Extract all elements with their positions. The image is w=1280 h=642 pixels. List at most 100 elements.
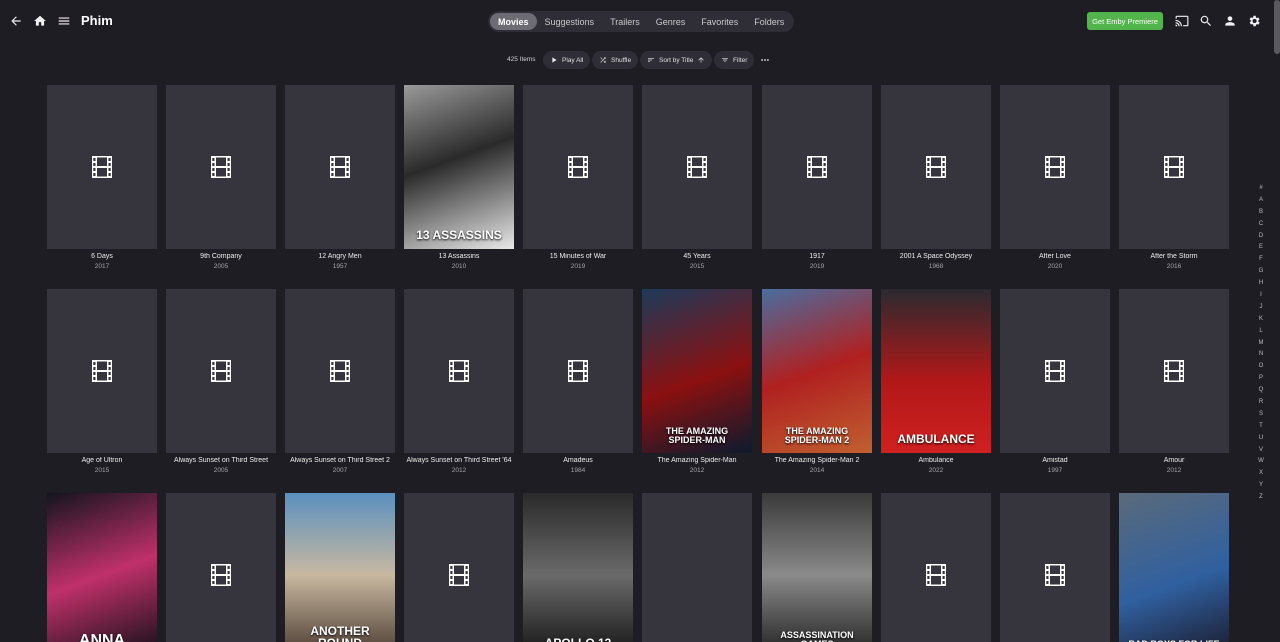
alpha-letter[interactable]: V (1259, 445, 1263, 457)
alpha-letter[interactable]: R (1259, 397, 1263, 409)
alpha-letter[interactable]: Y (1259, 480, 1263, 492)
filter-button[interactable]: Filter (714, 51, 755, 69)
movie-poster[interactable]: THE AMAZING SPIDER-MAN (642, 289, 752, 453)
alpha-letter[interactable]: X (1259, 468, 1263, 480)
movie-title[interactable]: After the Storm (1119, 253, 1229, 260)
movie-card[interactable]: Amistad 1997 (1000, 289, 1110, 474)
alpha-letter[interactable]: U (1259, 433, 1263, 445)
movie-card[interactable]: Amour 2012 (1119, 289, 1229, 474)
alpha-letter[interactable]: J (1260, 302, 1263, 314)
movie-title[interactable]: 15 Minutes of War (523, 253, 633, 260)
movie-title[interactable]: 45 Years (642, 253, 752, 260)
movie-poster[interactable]: ANNA (47, 493, 157, 642)
movie-title[interactable]: 1917 (762, 253, 872, 260)
movie-poster[interactable] (285, 85, 395, 249)
movie-title[interactable]: Always Sunset on Third Street '64 (404, 457, 514, 464)
movie-card[interactable]: 9th Company 2005 (166, 85, 276, 270)
alpha-letter[interactable]: F (1259, 254, 1263, 266)
movie-card[interactable] (1000, 493, 1110, 642)
movie-poster[interactable] (1119, 85, 1229, 249)
search-button[interactable] (1195, 10, 1217, 32)
movie-card[interactable]: Always Sunset on Third Street 2005 (166, 289, 276, 474)
movie-card[interactable]: ASSASSINATION GAMES (762, 493, 872, 642)
alpha-letter[interactable]: L (1259, 326, 1262, 338)
movie-title[interactable]: Age of Ultron (47, 457, 157, 464)
movie-card[interactable] (404, 493, 514, 642)
movie-title[interactable]: Always Sunset on Third Street 2 (285, 457, 395, 464)
movie-poster[interactable] (523, 85, 633, 249)
play-all-button[interactable]: Play All (543, 51, 591, 69)
tab-folders[interactable]: Folders (746, 13, 792, 30)
movie-card[interactable]: THE AMAZING SPIDER-MAN 2 The Amazing Spid… (762, 289, 872, 474)
movie-card[interactable]: ANOTHER ROUND (285, 493, 395, 642)
movie-title[interactable]: Amadeus (523, 457, 633, 464)
movie-card[interactable] (642, 493, 752, 642)
movie-poster[interactable] (47, 289, 157, 453)
sort-button[interactable]: Sort by Title (640, 51, 713, 69)
movie-poster[interactable]: ASSASSINATION GAMES (762, 493, 872, 642)
alpha-letter[interactable]: G (1259, 266, 1264, 278)
movie-card[interactable]: 45 Years 2015 (642, 85, 752, 270)
movie-title[interactable]: 2001 A Space Odyssey (881, 253, 991, 260)
movie-poster[interactable] (285, 289, 395, 453)
movie-title[interactable]: Amistad (1000, 457, 1110, 464)
tab-trailers[interactable]: Trailers (602, 13, 648, 30)
movie-card[interactable]: 15 Minutes of War 2019 (523, 85, 633, 270)
movie-title[interactable]: The Amazing Spider-Man 2 (762, 457, 872, 464)
alpha-letter[interactable]: I (1260, 290, 1262, 302)
movie-poster[interactable] (166, 289, 276, 453)
movie-title[interactable]: 9th Company (166, 253, 276, 260)
movie-card[interactable]: After the Storm 2016 (1119, 85, 1229, 270)
movie-card[interactable]: ANNA (47, 493, 157, 642)
alpha-letter[interactable]: Q (1259, 385, 1264, 397)
movie-card[interactable] (881, 493, 991, 642)
cast-button[interactable] (1171, 10, 1193, 32)
movie-poster[interactable]: APOLLO 13 (523, 493, 633, 642)
movie-poster[interactable] (881, 85, 991, 249)
movie-poster[interactable]: BAD BOYS FOR LIFE (1119, 493, 1229, 642)
movie-poster[interactable]: ANOTHER ROUND (285, 493, 395, 642)
alpha-letter[interactable]: M (1259, 338, 1264, 350)
tab-movies[interactable]: Movies (490, 13, 537, 30)
alpha-letter[interactable]: D (1259, 231, 1263, 243)
movie-card[interactable]: Always Sunset on Third Street '64 2012 (404, 289, 514, 474)
movie-poster[interactable] (1000, 289, 1110, 453)
movie-card[interactable]: After Love 2020 (1000, 85, 1110, 270)
alpha-letter[interactable]: B (1259, 207, 1263, 219)
menu-button[interactable] (53, 10, 75, 32)
movie-title[interactable]: Ambulance (881, 457, 991, 464)
movie-poster[interactable]: THE AMAZING SPIDER-MAN 2 (762, 289, 872, 453)
user-button[interactable] (1219, 10, 1241, 32)
alpha-letter[interactable]: A (1259, 195, 1263, 207)
back-button[interactable] (5, 10, 27, 32)
tab-suggestions[interactable]: Suggestions (537, 13, 603, 30)
movie-card[interactable]: Amadeus 1984 (523, 289, 633, 474)
alpha-letter[interactable]: O (1259, 361, 1264, 373)
movie-title[interactable]: Always Sunset on Third Street (166, 457, 276, 464)
movie-title[interactable]: After Love (1000, 253, 1110, 260)
movie-poster[interactable] (762, 85, 872, 249)
movie-poster[interactable] (642, 493, 752, 642)
movie-poster[interactable] (404, 493, 514, 642)
movie-poster[interactable]: 13 ASSASSINS (404, 85, 514, 249)
movie-poster[interactable] (166, 493, 276, 642)
movie-poster[interactable] (881, 493, 991, 642)
movie-poster[interactable] (404, 289, 514, 453)
tab-favorites[interactable]: Favorites (693, 13, 746, 30)
scrollbar-thumb[interactable] (1274, 0, 1280, 54)
movie-card[interactable]: BAD BOYS FOR LIFE (1119, 493, 1229, 642)
tab-genres[interactable]: Genres (648, 13, 694, 30)
movie-poster[interactable]: AMBULANCE (881, 289, 991, 453)
movie-poster[interactable] (642, 85, 752, 249)
settings-button[interactable] (1243, 10, 1265, 32)
movie-card[interactable]: Age of Ultron 2015 (47, 289, 157, 474)
alpha-letter[interactable]: C (1259, 219, 1263, 231)
alpha-letter[interactable]: W (1258, 456, 1264, 468)
alpha-letter[interactable]: K (1259, 314, 1263, 326)
movie-card[interactable]: 6 Days 2017 (47, 85, 157, 270)
get-premiere-button[interactable]: Get Emby Premiere (1087, 12, 1163, 30)
home-button[interactable] (29, 10, 51, 32)
movie-poster[interactable] (1000, 85, 1110, 249)
movie-title[interactable]: 12 Angry Men (285, 253, 395, 260)
movie-card[interactable]: 12 Angry Men 1957 (285, 85, 395, 270)
